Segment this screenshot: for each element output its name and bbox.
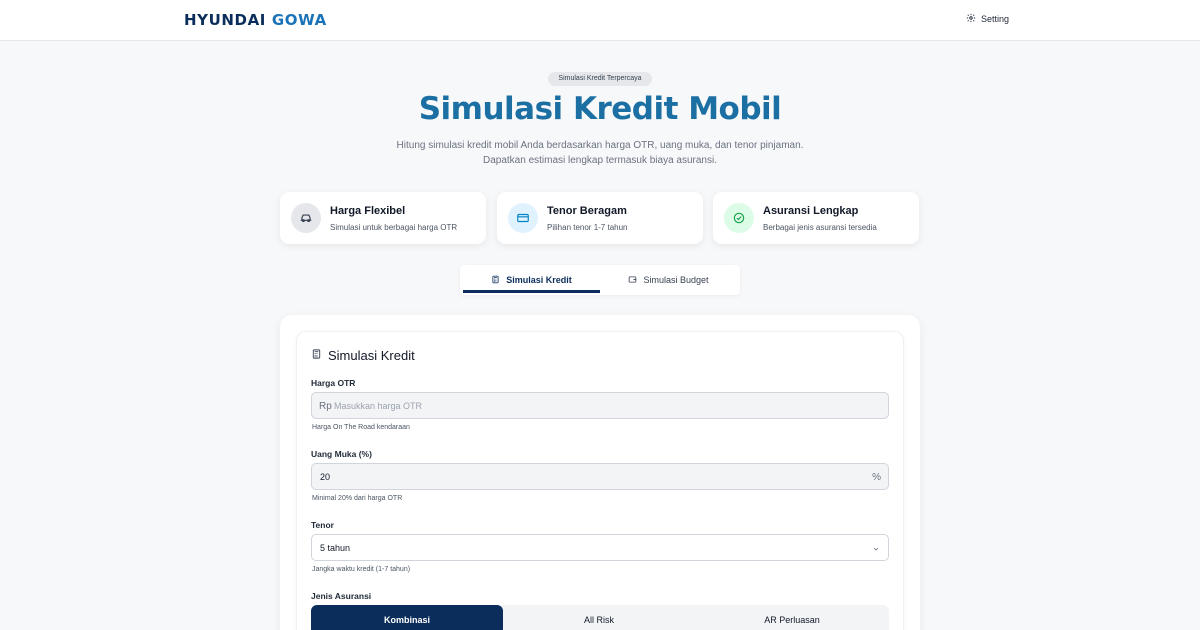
tab-label: Simulasi Budget (643, 275, 709, 285)
credit-card-icon (508, 203, 538, 233)
uang-muka-input[interactable] (320, 464, 860, 489)
hero-description: Hitung simulasi kredit mobil Anda berdas… (0, 138, 1200, 168)
uang-muka-field: % (311, 463, 889, 490)
car-icon (291, 203, 321, 233)
calculator-icon (311, 348, 322, 363)
top-navbar: HYUNDAI GOWA Setting (0, 0, 1200, 41)
feature-description: Pilihan tenor 1-7 tahun (547, 223, 628, 232)
check-circle-icon (724, 203, 754, 233)
hero-description-line: Dapatkan estimasi lengkap termasuk biaya… (482, 155, 717, 166)
feature-description: Simulasi untuk berbagai harga OTR (330, 223, 458, 232)
feature-title: Harga Flexibel (330, 205, 406, 217)
harga-otr-hint: Harga On The Road kendaraan (312, 424, 410, 431)
hero-description-line: Hitung simulasi kredit mobil Anda berdas… (396, 140, 804, 151)
uang-muka-label: Uang Muka (%) (311, 449, 372, 459)
brand-primary-text: HYUNDAI (184, 11, 266, 29)
active-tab-indicator (463, 290, 600, 293)
uang-muka-hint: Minimal 20% dari harga OTR (312, 495, 403, 502)
tab-label: Simulasi Kredit (506, 275, 572, 285)
insurance-option-ar-perluasan[interactable]: AR Perluasan (696, 605, 888, 630)
tenor-selected-value: 5 tahun (320, 543, 351, 553)
feature-card-asuransi: Asuransi Lengkap Berbagai jenis asuransi… (713, 192, 919, 244)
wallet-icon (628, 275, 637, 286)
simulation-tabs: Simulasi Kredit Simulasi Budget (460, 265, 740, 295)
tenor-select[interactable]: 5 tahun (311, 534, 889, 561)
harga-otr-field: Rp (311, 392, 889, 419)
percent-suffix: % (872, 472, 881, 483)
insurance-option-kombinasi[interactable]: Kombinasi (311, 605, 503, 630)
setting-label: Setting (981, 14, 1010, 24)
harga-otr-input[interactable] (334, 393, 874, 418)
insurance-type-selector: Kombinasi All Risk AR Perluasan (311, 605, 889, 630)
brand-secondary-text: GOWA (271, 11, 327, 29)
calculator-icon (491, 275, 500, 286)
feature-card-tenor: Tenor Beragam Pilihan tenor 1-7 tahun (497, 192, 703, 244)
form-title-label: Simulasi Kredit (328, 348, 415, 363)
feature-description: Berbagai jenis asuransi tersedia (763, 223, 877, 232)
feature-card-harga: Harga Flexibel Simulasi untuk berbagai h… (280, 192, 486, 244)
tenor-label: Tenor (311, 520, 334, 530)
brand-logo[interactable]: HYUNDAI GOWA (184, 11, 327, 29)
setting-button[interactable]: Setting (966, 13, 1009, 25)
tab-simulasi-budget[interactable]: Simulasi Budget (600, 265, 737, 295)
hero-badge: Simulasi Kredit Terpercaya (548, 72, 652, 86)
jenis-asuransi-label: Jenis Asuransi (311, 591, 372, 601)
tenor-hint: Jangka waktu kredit (1-7 tahun) (312, 566, 411, 573)
form-title: Simulasi Kredit (311, 348, 415, 363)
page-title: Simulasi Kredit Mobil (418, 91, 782, 127)
insurance-option-all-risk[interactable]: All Risk (503, 605, 695, 630)
currency-prefix: Rp (319, 401, 332, 412)
feature-title: Tenor Beragam (547, 205, 627, 217)
feature-title: Asuransi Lengkap (763, 205, 859, 217)
gear-icon (966, 13, 976, 25)
harga-otr-label: Harga OTR (311, 378, 356, 388)
